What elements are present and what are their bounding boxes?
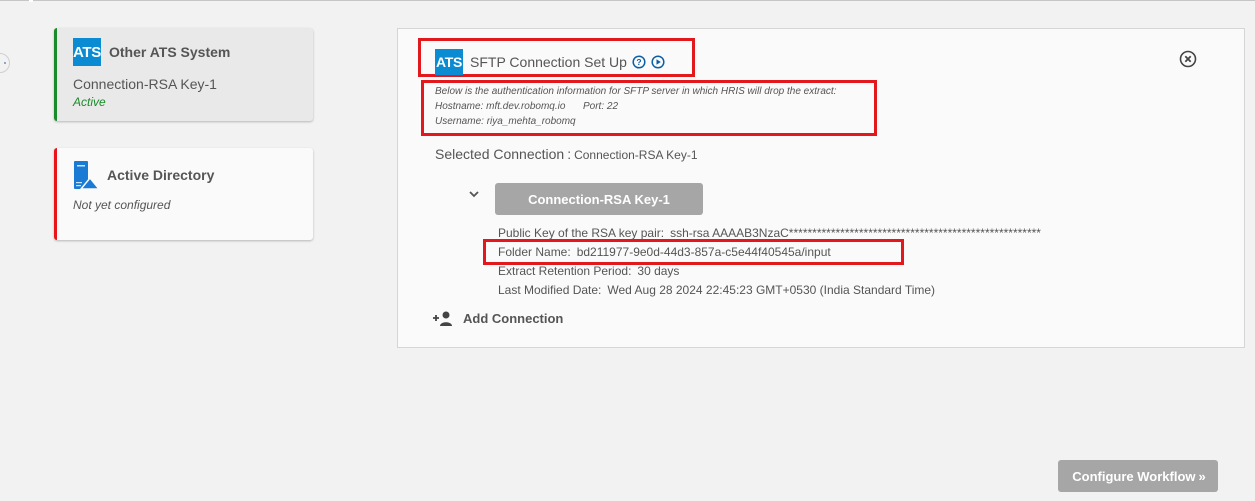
username-label: Username: xyxy=(435,116,484,127)
connection-details: Public Key of the RSA key pair: ssh-rsa A… xyxy=(498,224,1041,300)
ats-logo-icon: ATS xyxy=(73,38,101,66)
configure-workflow-label: Configure Workflow xyxy=(1072,468,1196,484)
sftp-setup-panel: ATS SFTP Connection Set Up ? Below is th… xyxy=(397,28,1245,348)
selected-connection-label: Selected Connection xyxy=(435,146,565,162)
top-tab-notch xyxy=(29,0,33,2)
connection-button[interactable]: Connection-RSA Key-1 xyxy=(495,183,703,215)
username-value: riya_mehta_robomq xyxy=(486,116,576,127)
auth-intro: Below is the authentication information … xyxy=(435,86,837,97)
hostname-value: mft.dev.robomq.io xyxy=(486,101,566,112)
chevron-down-icon[interactable] xyxy=(468,189,480,199)
sidebar-card-active-directory[interactable]: Active Directory Not yet configured xyxy=(54,148,313,240)
add-user-icon xyxy=(433,311,452,326)
card-title: Other ATS System xyxy=(109,44,231,60)
hostname-label: Hostname: xyxy=(435,101,484,112)
configure-workflow-button[interactable]: Configure Workflow » xyxy=(1058,460,1218,492)
play-circle-icon[interactable] xyxy=(651,55,665,69)
status-badge: Active xyxy=(73,95,106,109)
double-chevron-right-icon: » xyxy=(1198,468,1206,484)
top-divider xyxy=(0,0,1255,1)
svg-text:?: ? xyxy=(636,57,641,67)
port-label: Port: xyxy=(583,101,605,112)
help-circle-icon[interactable]: ? xyxy=(632,55,646,69)
panel-title: SFTP Connection Set Up xyxy=(470,54,627,70)
add-connection-button[interactable]: Add Connection xyxy=(432,310,563,326)
sidebar-card-ats[interactable]: ATS Other ATS System Connection-RSA Key-… xyxy=(54,28,313,121)
add-connection-label: Add Connection xyxy=(463,310,564,326)
folder-name-value: bd211977-9e0d-44d3-857a-c5e44f40545a/inp… xyxy=(576,245,831,259)
retention-value: 30 days xyxy=(637,264,680,278)
ats-logo-icon: ATS xyxy=(435,49,463,75)
card-connection-name: Connection-RSA Key-1 xyxy=(73,76,217,92)
selected-connection: Selected Connection: Connection-RSA Key-1 xyxy=(435,146,698,162)
public-key-label: Public Key of the RSA key pair: xyxy=(498,226,665,240)
server-directory-icon xyxy=(74,161,99,190)
folder-name-label: Folder Name: xyxy=(498,245,571,259)
last-modified-label: Last Modified Date: xyxy=(498,283,602,297)
card-title: Active Directory xyxy=(107,167,215,183)
selected-connection-value: Connection-RSA Key-1 xyxy=(574,148,698,162)
panel-header: ATS SFTP Connection Set Up ? xyxy=(435,49,665,75)
public-key-value: ssh-rsa AAAAB3NzaC**********************… xyxy=(670,226,1041,240)
status-text: Not yet configured xyxy=(73,198,171,212)
last-modified-value: Wed Aug 28 2024 22:45:23 GMT+0530 (India… xyxy=(607,283,936,297)
close-circle-icon[interactable] xyxy=(1179,50,1197,68)
sftp-auth-info: Below is the authentication information … xyxy=(435,84,836,129)
sidebar-toggle-button[interactable] xyxy=(0,53,10,73)
retention-label: Extract Retention Period: xyxy=(498,264,632,278)
port-value: 22 xyxy=(606,101,619,112)
